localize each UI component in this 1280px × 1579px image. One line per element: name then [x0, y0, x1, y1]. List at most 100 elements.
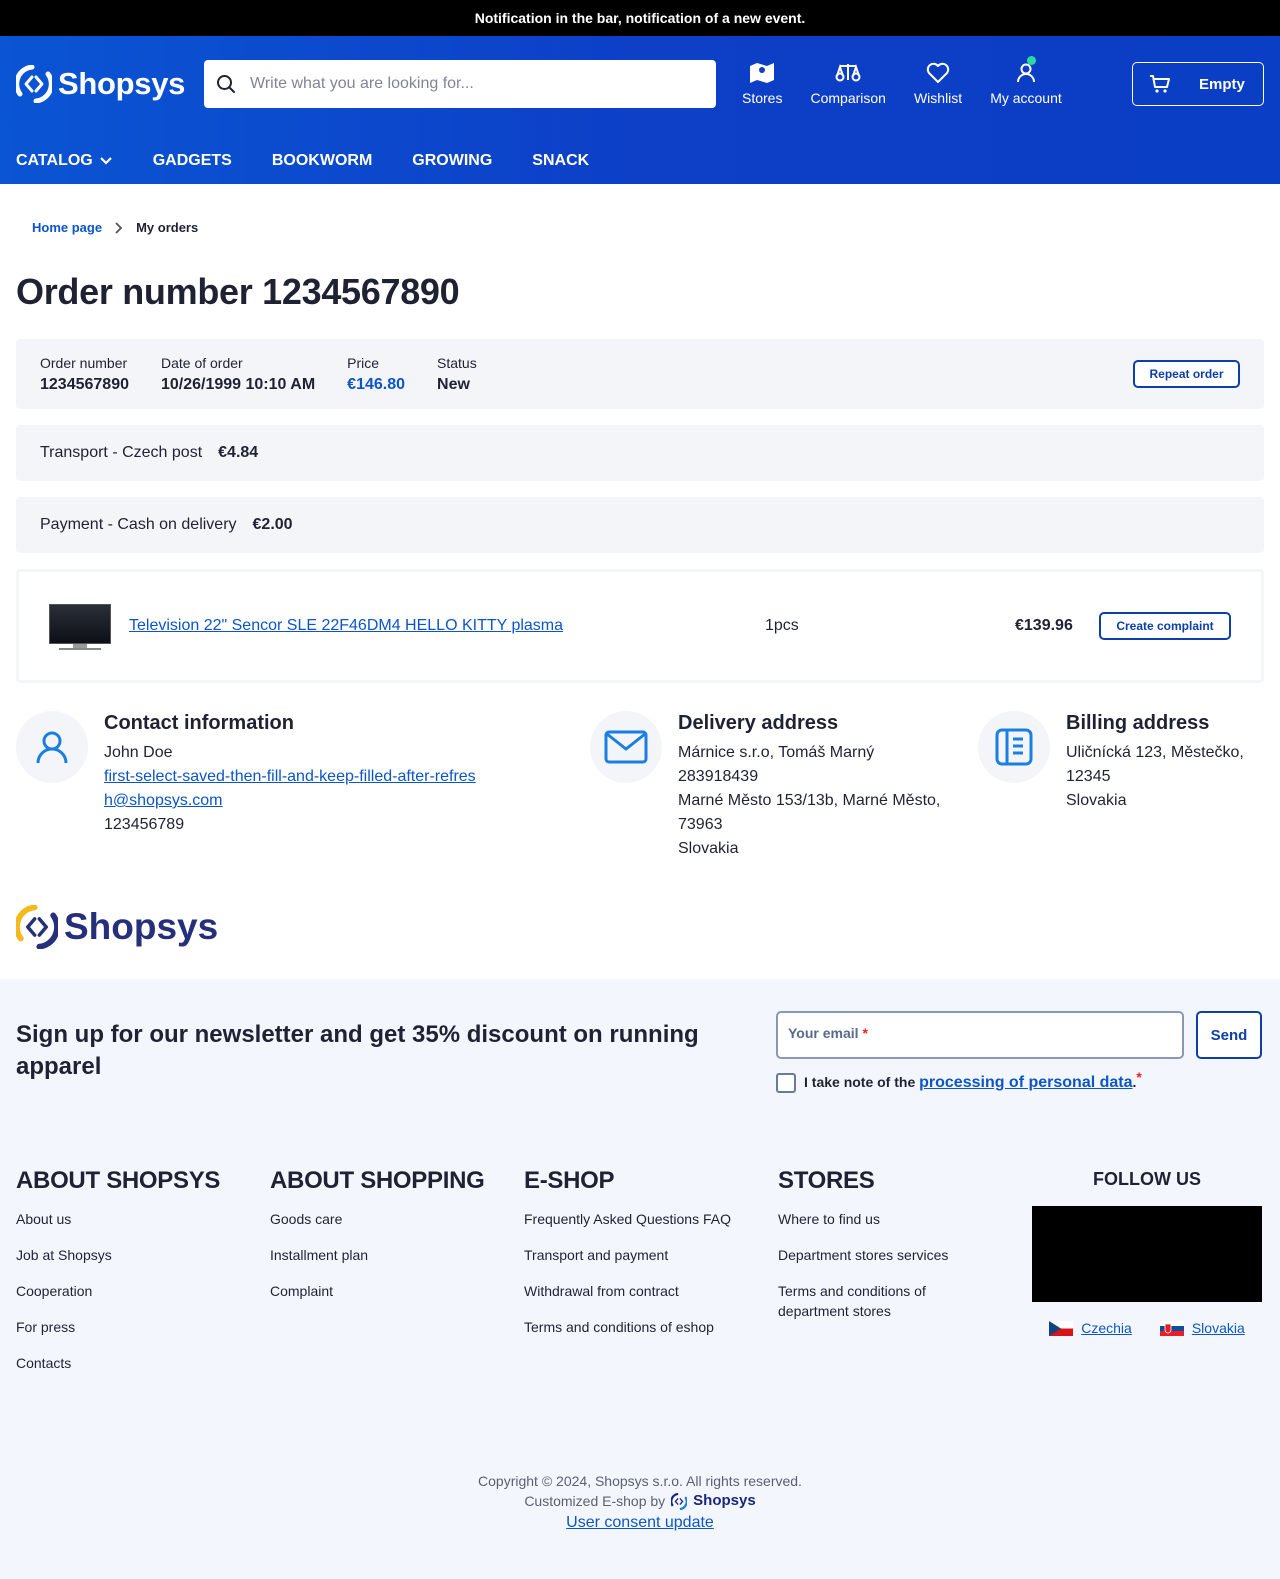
footer-col-shopping: ABOUT SHOPPING Goods care Installment pl… [270, 1167, 524, 1389]
personal-data-link[interactable]: processing of personal data [919, 1074, 1132, 1091]
order-date-label: Date of order [160, 354, 243, 371]
copyright-text: Copyright © 2024, Shopsys s.r.o. All rig… [478, 1473, 802, 1489]
footer-link[interactable]: Department stores services [778, 1245, 978, 1265]
breadcrumb: Home page My orders [32, 220, 1280, 235]
contact-title: Contact information [104, 712, 294, 734]
footer-link[interactable]: Where to find us [778, 1209, 978, 1229]
footer-logo[interactable]: Shopsys [16, 905, 1280, 949]
logo[interactable]: Shopsys [16, 65, 204, 103]
lang-slovakia[interactable]: Slovakia [1159, 1320, 1245, 1336]
cart-button[interactable]: Empty [1132, 62, 1264, 106]
logo-icon [16, 905, 58, 949]
billing-address: Billing address Uličnícká 123, Městečko,… [978, 711, 1264, 871]
delivery-line2: 283918439 [678, 768, 759, 785]
menu-item-bookworm[interactable]: BOOKWORM [272, 152, 372, 170]
menu-item-label: SNACK [532, 152, 590, 169]
repeat-order-button[interactable]: Repeat order [1133, 360, 1240, 388]
user-icon [1016, 63, 1035, 83]
order-summary: Order number 1234567890 Date of order 10/2… [16, 339, 1264, 409]
site-footer: Sign up for our newsletter and get 35% d… [0, 979, 1280, 1579]
billing-title: Billing address [1066, 712, 1210, 734]
search-input[interactable]: Write what you are looking for... [204, 60, 716, 108]
addresses: Contact information John Doe first-selec… [16, 711, 1264, 871]
page-title: Order number 1234567890 [16, 271, 460, 312]
contact-information: Contact information John Doe first-selec… [16, 711, 590, 871]
menu-item-catalog[interactable]: CATALOG [16, 152, 113, 170]
map-icon [750, 63, 775, 83]
slovak-flag-icon [1159, 1320, 1184, 1336]
menu-item-growing[interactable]: GROWING [412, 152, 492, 170]
product-image[interactable] [49, 600, 111, 652]
footer-link[interactable]: Contacts [16, 1353, 216, 1373]
shopsys-logo-icon [671, 1492, 688, 1510]
footer-link[interactable]: For press [16, 1317, 216, 1337]
footer-link[interactable]: Goods care [270, 1209, 470, 1229]
menu-item-label: GROWING [412, 152, 493, 169]
nav-stores-label: Stores [742, 90, 783, 106]
footer-link[interactable]: Transport and payment [524, 1245, 724, 1265]
transport-label: Transport - Czech post [40, 444, 203, 461]
newsletter-send-button[interactable]: Send [1196, 1011, 1262, 1059]
menu-item-label: CATALOG [16, 152, 93, 169]
order-number: 1234567890 [40, 375, 129, 393]
footer-col-eshop: E-SHOP Frequently Asked Questions FAQ Tr… [524, 1167, 778, 1389]
footer-col-title: ABOUT SHOPPING [270, 1167, 485, 1194]
footer-col-title: ABOUT SHOPSYS [16, 1167, 221, 1194]
payment-label: Payment - Cash on delivery [40, 516, 237, 533]
menu-item-snack[interactable]: SNACK [532, 152, 589, 170]
transport-price: €4.84 [218, 444, 259, 461]
delivery-line1: Márnice s.r.o, Tomáš Marný [678, 744, 875, 761]
menu-item-label: BOOKWORM [271, 152, 373, 169]
envelope-icon [590, 711, 662, 783]
nav-comparison[interactable]: Comparison [810, 62, 886, 106]
lang-label: Czechia [1081, 1320, 1132, 1336]
product-quantity: 1pcs [765, 617, 799, 634]
order-price-label: Price [347, 354, 380, 371]
footer-link[interactable]: About us [16, 1209, 216, 1229]
notification-bar: Notification in the bar, notification of… [0, 0, 1280, 36]
shopsys-brand[interactable]: Shopsys [693, 1491, 756, 1511]
czech-flag-icon [1049, 1320, 1074, 1336]
footer-link[interactable]: Terms and conditions of department store… [778, 1281, 958, 1321]
breadcrumb-current: My orders [136, 220, 199, 235]
menu-item-gadgets[interactable]: GADGETS [153, 152, 232, 170]
email-label: Your email [788, 1025, 859, 1041]
footer-link[interactable]: Cooperation [16, 1281, 216, 1301]
footer-link[interactable]: Complaint [270, 1281, 470, 1301]
nav-wishlist[interactable]: Wishlist [914, 62, 962, 106]
cart-label: Empty [1199, 75, 1245, 93]
user-icon [16, 711, 88, 783]
newsletter-title: Sign up for our newsletter and get 35% d… [16, 1021, 699, 1080]
nav-stores[interactable]: Stores [742, 62, 782, 106]
site-header: Shopsys Write what you are looking for..… [0, 36, 1280, 184]
consent-prefix: I take note of the [804, 1074, 920, 1090]
footer-col-title: E-SHOP [524, 1167, 615, 1194]
footer-link[interactable]: Frequently Asked Questions FAQ [524, 1209, 764, 1229]
copyright-block: Copyright © 2024, Shopsys s.r.o. All rig… [0, 1471, 1280, 1533]
footer-link[interactable]: Withdrawal from contract [524, 1281, 724, 1301]
user-consent-update-link[interactable]: User consent update [566, 1513, 714, 1533]
contact-email[interactable]: first-select-saved-then-fill-and-keep-fi… [104, 768, 476, 809]
heart-icon [926, 62, 950, 83]
lang-czechia[interactable]: Czechia [1049, 1320, 1132, 1336]
nav-account[interactable]: My account [990, 56, 1062, 106]
document-icon [978, 711, 1050, 783]
breadcrumb-home[interactable]: Home page [32, 220, 102, 235]
newsletter-email-field[interactable]: Your email * [776, 1011, 1184, 1059]
chevron-right-icon [115, 221, 123, 234]
lang-label: Slovakia [1191, 1320, 1245, 1336]
payment-row: Payment - Cash on delivery €2.00 [16, 497, 1264, 553]
order-item: Television 22" Sencor SLE 22F46DM4 HELLO… [16, 569, 1264, 683]
billing-line2: Slovakia [1066, 792, 1127, 809]
order-number-label: Order number [40, 354, 128, 371]
product-link[interactable]: Television 22" Sencor SLE 22F46DM4 HELLO… [129, 617, 765, 635]
footer-link[interactable]: Installment plan [270, 1245, 470, 1265]
order-price: €146.80 [347, 375, 406, 393]
footer-link[interactable]: Job at Shopsys [16, 1245, 216, 1265]
create-complaint-button[interactable]: Create complaint [1099, 612, 1231, 640]
social-embed[interactable] [1032, 1206, 1262, 1302]
footer-link[interactable]: Terms and conditions of eshop [524, 1317, 764, 1337]
consent-checkbox[interactable] [776, 1073, 796, 1093]
notification-text: Notification in the bar, notification of… [474, 10, 806, 26]
logo-text: Shopsys [58, 66, 186, 101]
